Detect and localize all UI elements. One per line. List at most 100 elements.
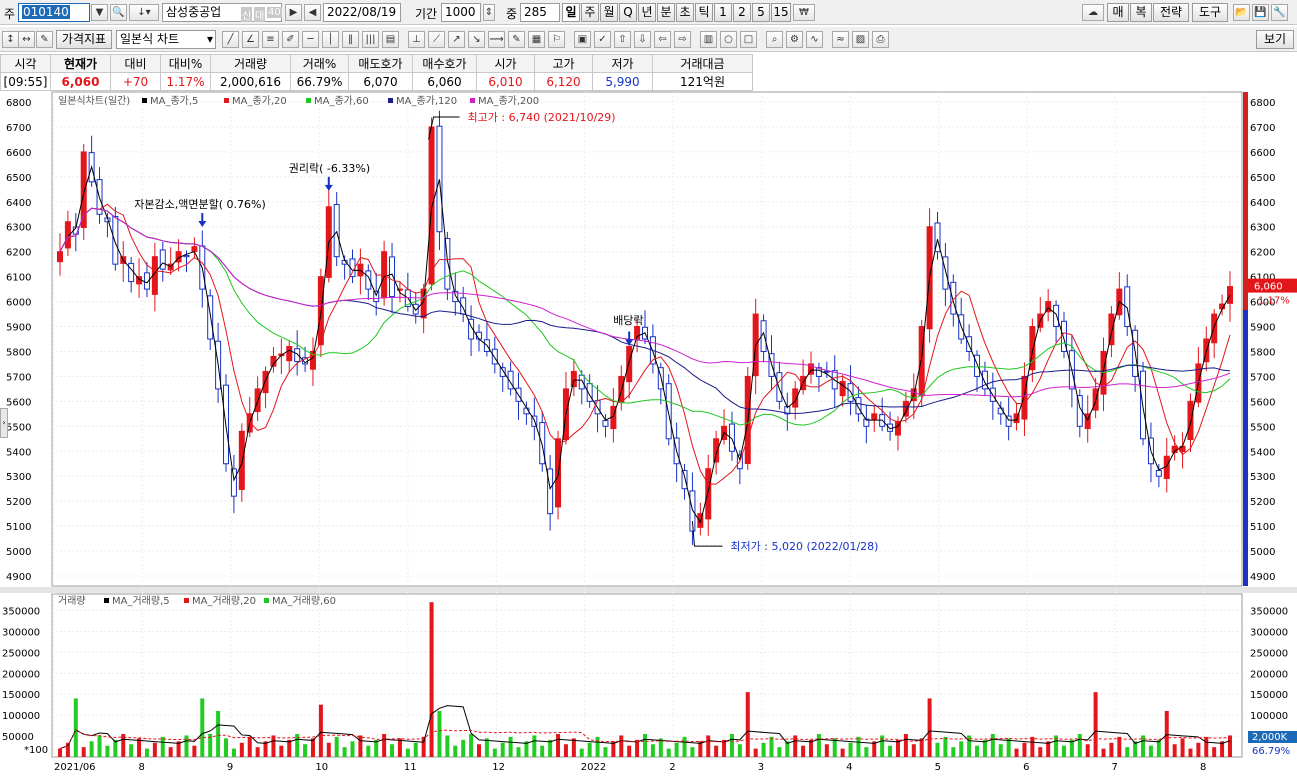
period-button-0[interactable]: 일 xyxy=(562,3,580,22)
period-button-1[interactable]: 주 xyxy=(581,3,599,22)
candle-body xyxy=(681,469,688,490)
draw-tool-icon-31[interactable]: ⎙ xyxy=(872,31,889,48)
edit-icon[interactable]: ✎ xyxy=(36,31,53,48)
cloud-icon[interactable]: ☁ xyxy=(1082,4,1104,21)
price-tick-right: 4900 xyxy=(1250,572,1275,583)
draw-tool-icon-1[interactable]: ∠ xyxy=(242,31,259,48)
search-icon[interactable]: 🔍 xyxy=(110,4,127,21)
period-button-4[interactable]: 년 xyxy=(638,3,656,22)
period-button-10[interactable]: 5 xyxy=(752,3,770,22)
draw-tool-icon-17[interactable]: ▣ xyxy=(574,31,591,48)
candle-body xyxy=(705,468,712,520)
play-icon[interactable]: ▶ xyxy=(285,4,302,21)
draw-tool-icon-23[interactable]: ▥ xyxy=(700,31,717,48)
volume-legend-title: 거래량 xyxy=(58,595,86,607)
price-tick-left: 5500 xyxy=(6,422,31,433)
period-button-11[interactable]: 15 xyxy=(771,3,791,22)
draw-tool-icon-16[interactable]: ⚐ xyxy=(548,31,565,48)
price-tick-left: 5800 xyxy=(6,347,31,358)
draw-tool-icon-28[interactable]: ∿ xyxy=(806,31,823,48)
draw-tool-icon-4[interactable]: ─ xyxy=(302,31,319,48)
volume-bar xyxy=(761,742,766,757)
stock-code-input[interactable]: 010140 xyxy=(18,3,90,22)
period-stepper[interactable]: ⇕ xyxy=(483,4,495,21)
settings-icon[interactable]: 🔧 xyxy=(1271,4,1288,21)
volume-bar xyxy=(1196,742,1201,757)
candle-body xyxy=(491,348,498,365)
draw-tool-icon-2[interactable]: ≡ xyxy=(262,31,279,48)
date-input[interactable]: 2022/08/19 xyxy=(323,3,401,22)
volume-bar xyxy=(374,739,379,757)
draw-tool-icon-29[interactable]: ≈ xyxy=(832,31,849,48)
candle-body xyxy=(112,216,119,265)
draw-tool-icon-7[interactable]: ||| xyxy=(362,31,379,48)
draw-tool-icon-20[interactable]: ⇩ xyxy=(634,31,651,48)
draw-tool-icon-19[interactable]: ⇧ xyxy=(614,31,631,48)
candle-body xyxy=(183,254,190,258)
sort-icon[interactable]: ↓▾ xyxy=(129,4,159,21)
period-button-7[interactable]: 틱 xyxy=(695,3,713,22)
draw-tool-icon-6[interactable]: ‖ xyxy=(342,31,359,48)
view-button[interactable]: 보기 xyxy=(1256,30,1294,49)
draw-tool-icon-15[interactable]: ▦ xyxy=(528,31,545,48)
candle-body xyxy=(1053,304,1060,328)
draw-tool-icon-12[interactable]: ↘ xyxy=(468,31,485,48)
draw-tool-icon-22[interactable]: ⇨ xyxy=(674,31,691,48)
volume-tick-left: 100000 xyxy=(2,711,40,722)
folder-icon[interactable]: 📂 xyxy=(1233,4,1250,21)
volume-bar xyxy=(358,735,363,757)
price-tick-left: 6800 xyxy=(6,98,31,109)
draw-tool-icon-27[interactable]: ⚙ xyxy=(786,31,803,48)
volume-bar xyxy=(951,747,956,757)
save-icon[interactable]: 💾 xyxy=(1252,4,1269,21)
draw-tool-icon-18[interactable]: ✓ xyxy=(594,31,611,48)
period-button-2[interactable]: 월 xyxy=(600,3,618,22)
chart-type-select[interactable]: 일본식 차트 ▾ xyxy=(116,30,216,49)
period-button-6[interactable]: 초 xyxy=(676,3,694,22)
period-button-8[interactable]: 1 xyxy=(714,3,732,22)
draw-tool-icon-9[interactable]: ⊥ xyxy=(408,31,425,48)
volume-bar xyxy=(975,745,980,757)
draw-tool-icon-25[interactable]: □ xyxy=(740,31,757,48)
volume-bar xyxy=(816,733,821,757)
leftright-icon[interactable]: ↔ xyxy=(18,31,35,48)
draw-tool-icon-24[interactable]: ○ xyxy=(720,31,737,48)
indicator-button[interactable]: 가격지표 xyxy=(56,30,112,49)
stock-chart[interactable]: 4900 49005000 50005100 51005200 52005300 5300… xyxy=(0,90,1297,777)
tools-button[interactable]: 도구 xyxy=(1192,3,1228,22)
period-input[interactable]: 1000 xyxy=(441,3,481,22)
draw-tool-icon-0[interactable]: ╱ xyxy=(222,31,239,48)
quote-header-cell: 고가 xyxy=(534,54,593,73)
draw-tool-icon-5[interactable]: │ xyxy=(322,31,339,48)
draw-tool-icon-8[interactable]: ▤ xyxy=(382,31,399,48)
draw-tool-icon-13[interactable]: ⟿ xyxy=(488,31,505,48)
currency-icon[interactable]: ₩ xyxy=(793,4,815,21)
draw-tool-icon-3[interactable]: ✐ xyxy=(282,31,299,48)
x-tick-label: 3 xyxy=(758,762,764,773)
price-tick-left: 5200 xyxy=(6,497,31,508)
draw-tool-icon-30[interactable]: ▨ xyxy=(852,31,869,48)
volume-bar xyxy=(1172,744,1177,757)
side-collapse-handle[interactable]: › xyxy=(0,408,8,438)
updown-icon[interactable]: ↕ xyxy=(2,31,19,48)
period-button-3[interactable]: Q xyxy=(619,3,637,22)
middle-input[interactable]: 285 xyxy=(520,3,560,22)
volume-bar xyxy=(903,733,908,757)
price-tick-left: 5900 xyxy=(6,323,31,334)
draw-tool-icon-14[interactable]: ✎ xyxy=(508,31,525,48)
multi-button[interactable]: 복 xyxy=(1130,3,1152,22)
draw-tool-icon-26[interactable]: ⌕ xyxy=(766,31,783,48)
draw-tool-icon-11[interactable]: ↗ xyxy=(448,31,465,48)
volume-legend-item: MA_거래량,5 xyxy=(112,595,170,607)
code-dropdown-button[interactable]: ▼ xyxy=(91,4,108,21)
prev-icon[interactable]: ◀ xyxy=(304,4,321,21)
period-button-5[interactable]: 분 xyxy=(657,3,675,22)
quote-value-row: [09:55] 6,060 +70 1.17% 2,000,616 66.79% 6,070… xyxy=(0,72,753,91)
strategy-button[interactable]: 전략 xyxy=(1153,3,1189,22)
buy-button[interactable]: 매 xyxy=(1107,3,1129,22)
volume-bar xyxy=(603,747,608,757)
draw-tool-icon-21[interactable]: ⇦ xyxy=(654,31,671,48)
draw-tool-icon-10[interactable]: ⟋ xyxy=(428,31,445,48)
current-pct-label: 1.17% xyxy=(1258,296,1290,307)
period-button-9[interactable]: 2 xyxy=(733,3,751,22)
